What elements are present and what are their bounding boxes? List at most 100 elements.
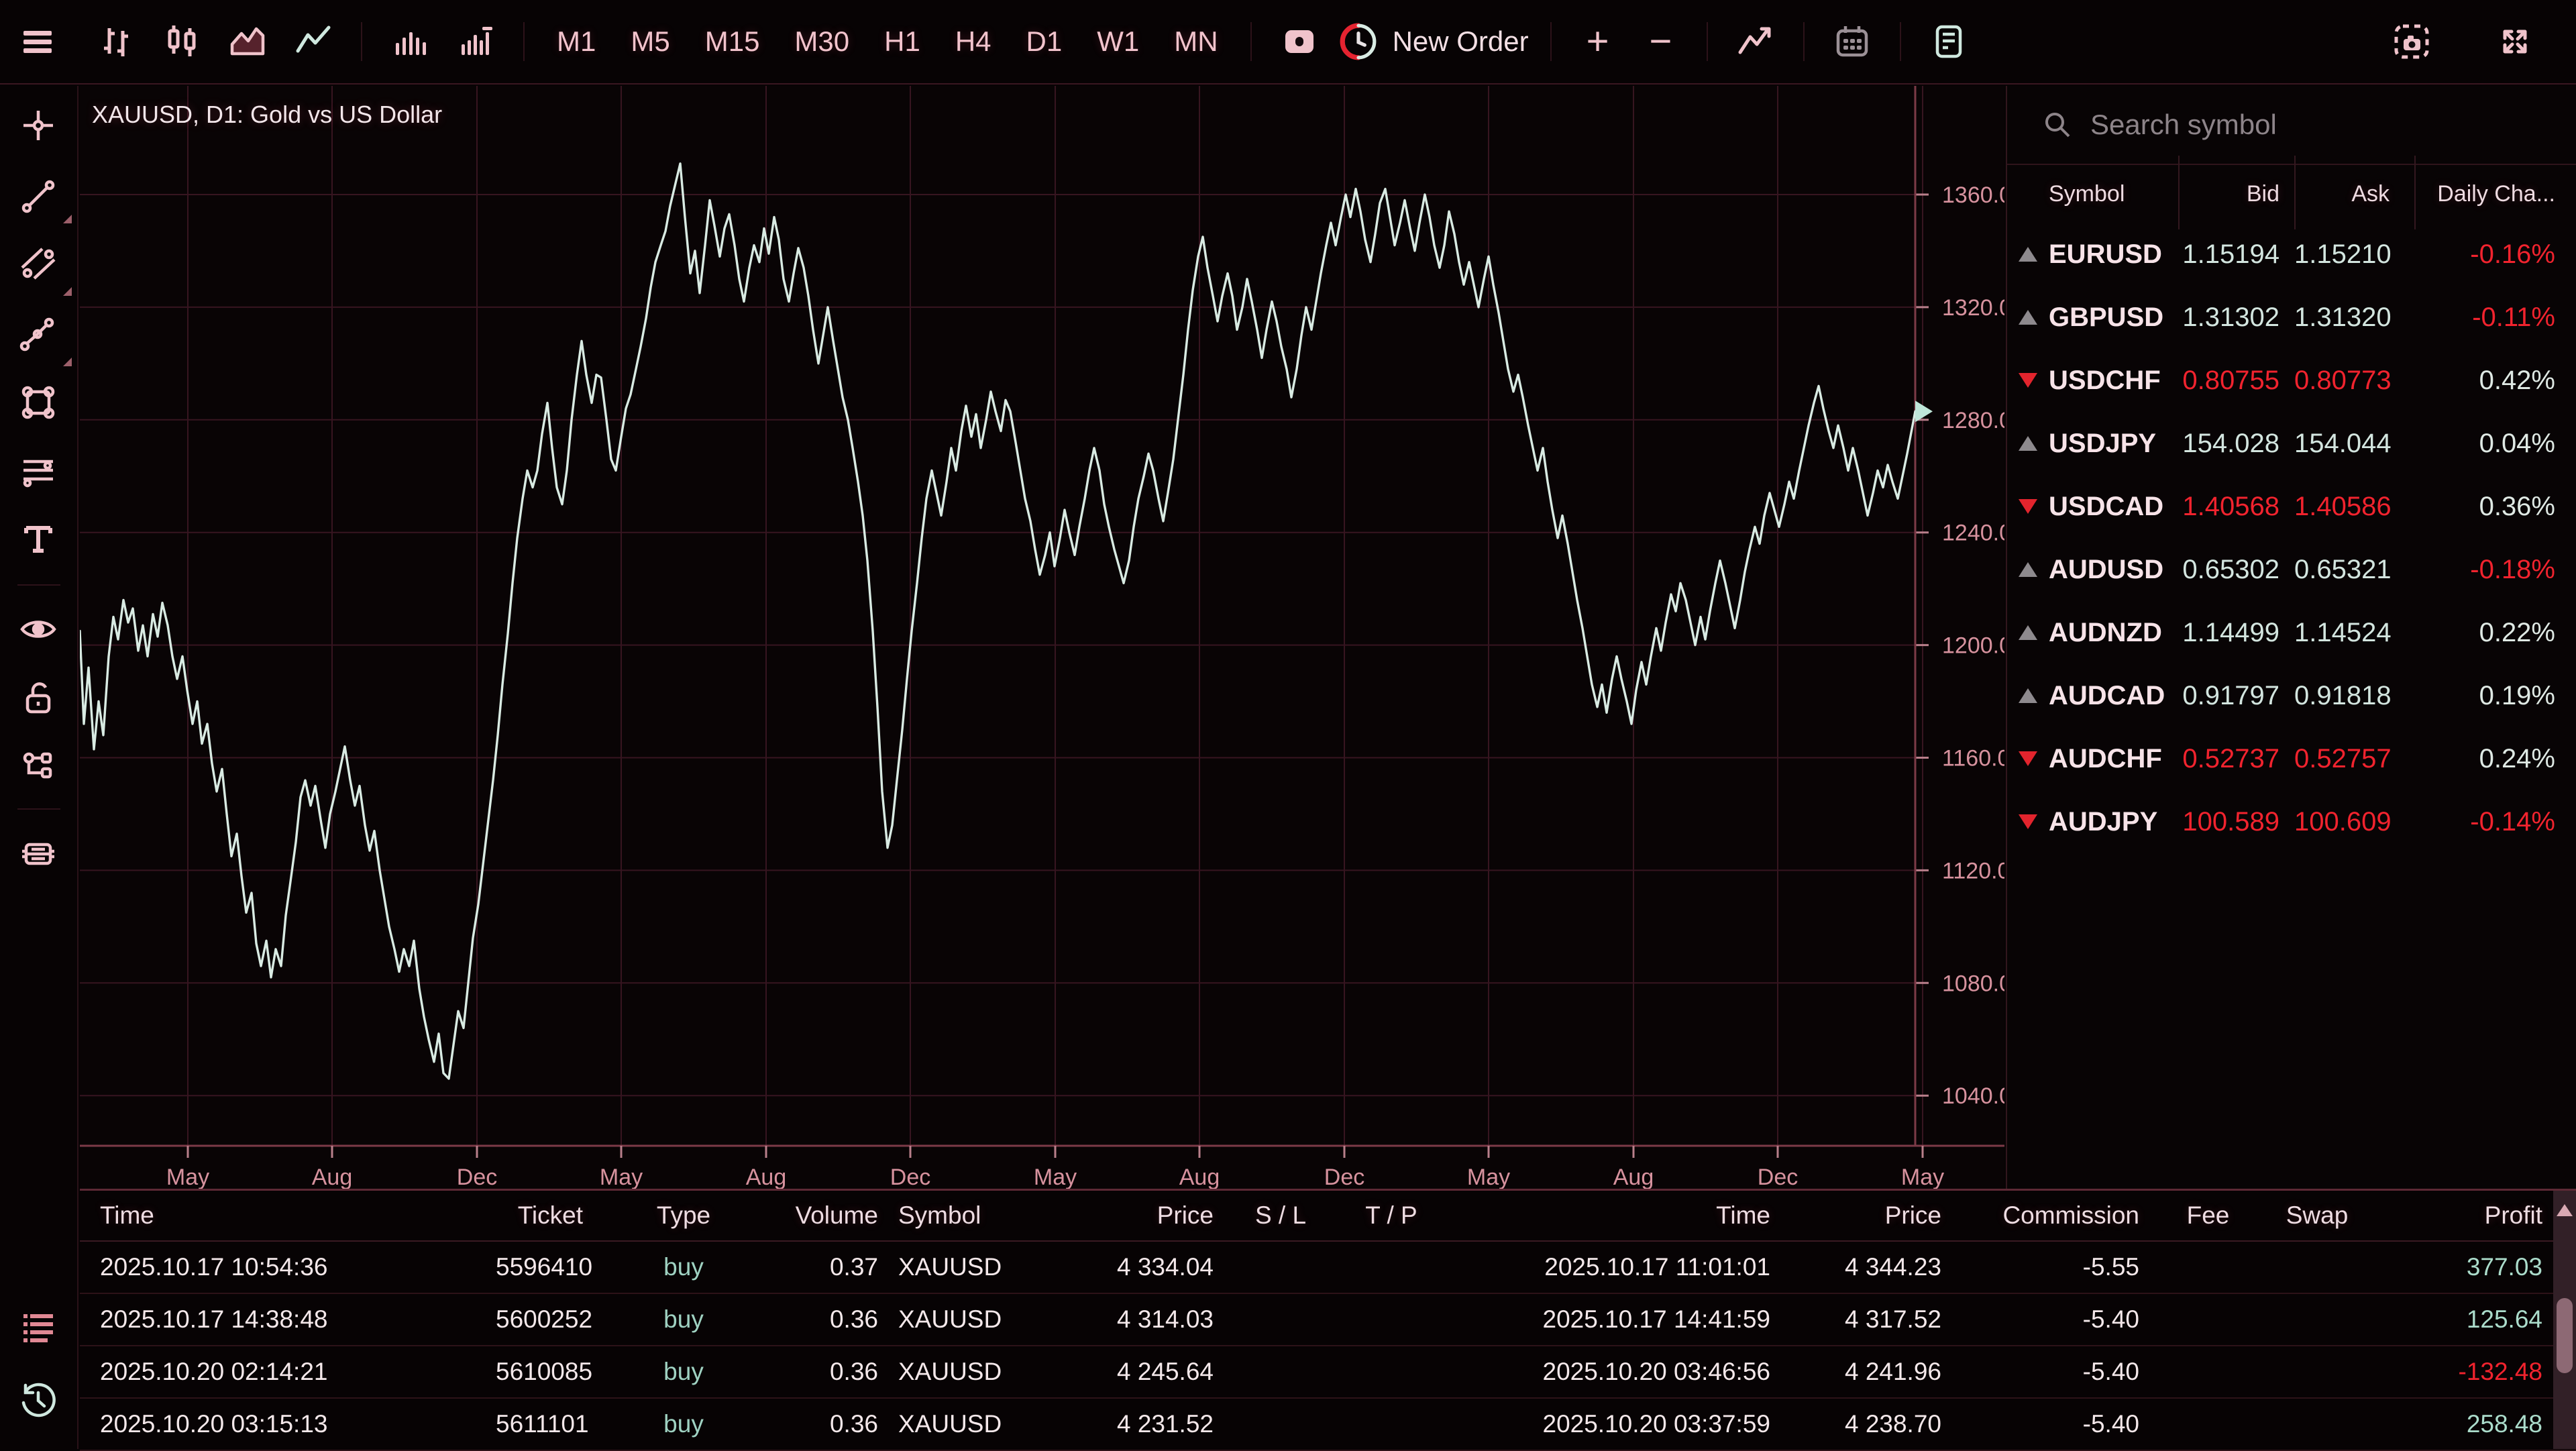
ask-cell: 1.40586	[2294, 492, 2414, 522]
change-cell: 0.36%	[2414, 492, 2576, 522]
line-chart-icon[interactable]	[294, 23, 332, 60]
cell-type: buy	[583, 1253, 784, 1281]
unlock-icon[interactable]	[19, 680, 57, 717]
toolbar-right-group	[2379, 23, 2576, 60]
search-icon	[2042, 109, 2073, 140]
candlestick-chart-icon[interactable]	[163, 23, 201, 60]
symbol-cell: AUDCAD	[2007, 681, 2178, 711]
shapes-icon[interactable]	[19, 384, 57, 421]
trade-history-row[interactable]: 2025.10.20 02:14:215610085buy0.36XAUUSD4…	[80, 1346, 2576, 1399]
scrollbar-thumb[interactable]	[2557, 1298, 2573, 1373]
eye-icon[interactable]	[19, 610, 57, 648]
cell-symbol: XAUUSD	[878, 1358, 1079, 1386]
col-volume: Volume	[784, 1201, 878, 1230]
timeframe-m15[interactable]: M15	[688, 25, 777, 58]
history-icon[interactable]	[19, 1381, 57, 1419]
timeframe-h4[interactable]: H4	[938, 25, 1009, 58]
up-arrow-icon	[2007, 562, 2049, 577]
fullscreen-icon[interactable]	[2496, 23, 2534, 60]
timeframe-m30[interactable]: M30	[777, 25, 867, 58]
screenshot-icon[interactable]	[2393, 23, 2430, 60]
cell-ticket: 5611101	[496, 1410, 583, 1438]
zoom-out-button[interactable]: −	[1650, 22, 1672, 61]
trade-history-row[interactable]: 2025.10.20 03:15:135611101buy0.36XAUUSD4…	[80, 1399, 2576, 1451]
chart-shift-icon[interactable]	[1281, 23, 1318, 60]
history-scrollbar[interactable]	[2553, 1191, 2576, 1449]
market-row-usdcad[interactable]: USDCAD1.405681.405860.36%	[2007, 475, 2576, 538]
svg-text:1320.00: 1320.00	[1942, 295, 2004, 321]
market-row-gbpusd[interactable]: GBPUSD1.313021.31320-0.11%	[2007, 286, 2576, 349]
column-header-change[interactable]: Daily Cha...	[2414, 165, 2576, 223]
delete-objects-icon[interactable]	[19, 835, 57, 873]
indicators-icon[interactable]	[1737, 23, 1774, 60]
cell-type: buy	[583, 1305, 784, 1334]
polyline-icon[interactable]	[19, 315, 57, 352]
svg-text:1280.00: 1280.00	[1942, 408, 2004, 433]
svg-text:1080.00: 1080.00	[1942, 971, 2004, 996]
market-row-audjpy[interactable]: AUDJPY100.589100.609-0.14%	[2007, 790, 2576, 853]
timeframe-d1[interactable]: D1	[1009, 25, 1080, 58]
trade-history-row[interactable]: 2025.10.17 14:38:485600252buy0.36XAUUSD4…	[80, 1294, 2576, 1346]
timeframe-group: M1M5M15M30H1H4D1W1MN	[539, 25, 1236, 58]
bar-chart-icon[interactable]	[97, 23, 135, 60]
up-arrow-icon	[2007, 625, 2049, 640]
market-row-audusd[interactable]: AUDUSD0.653020.65321-0.18%	[2007, 538, 2576, 601]
tick-volume-icon[interactable]	[457, 23, 494, 60]
cell-commission: -5.55	[1941, 1253, 2139, 1281]
column-header-ask[interactable]: Ask	[2294, 165, 2414, 223]
channels-icon[interactable]	[19, 245, 57, 282]
trade-history-row[interactable]: 2025.10.17 10:54:365596410buy0.37XAUUSD4…	[80, 1242, 2576, 1294]
market-watch-rows: EURUSD1.151941.15210-0.16%GBPUSD1.313021…	[2007, 223, 2576, 853]
market-row-eurusd[interactable]: EURUSD1.151941.15210-0.16%	[2007, 223, 2576, 286]
col-swap: Swap	[2277, 1201, 2357, 1230]
up-arrow-icon	[2007, 436, 2049, 451]
cell-time-open: 2025.10.20 03:15:13	[80, 1410, 496, 1438]
timeframe-mn[interactable]: MN	[1157, 25, 1235, 58]
market-depth-icon[interactable]	[1930, 23, 1968, 60]
column-header-symbol[interactable]: Symbol	[2007, 165, 2178, 223]
new-order-button[interactable]: New Order	[1339, 22, 1529, 61]
object-tree-icon[interactable]	[19, 749, 57, 786]
timeframe-m5[interactable]: M5	[613, 25, 687, 58]
column-header-bid[interactable]: Bid	[2178, 165, 2294, 223]
cell-volume: 0.36	[784, 1410, 878, 1438]
trade-history-table: Time Ticket Type Volume Symbol Price S /…	[80, 1189, 2576, 1449]
timeframe-h1[interactable]: H1	[867, 25, 938, 58]
svg-text:May: May	[1034, 1165, 1077, 1189]
market-row-audchf[interactable]: AUDCHF0.527370.527570.24%	[2007, 727, 2576, 790]
fib-lines-icon[interactable]	[19, 452, 57, 490]
text-icon[interactable]	[19, 520, 57, 557]
bid-cell: 1.15194	[2178, 239, 2294, 270]
cell-profit: 258.48	[2357, 1410, 2542, 1438]
hamburger-menu-icon[interactable]	[19, 23, 56, 60]
symbol-cell: EURUSD	[2007, 239, 2178, 270]
market-row-usdchf[interactable]: USDCHF0.807550.807730.42%	[2007, 349, 2576, 412]
timeframe-w1[interactable]: W1	[1079, 25, 1157, 58]
area-chart-icon[interactable]	[229, 23, 266, 60]
col-price-open: Price	[1079, 1201, 1214, 1230]
symbol-search-input[interactable]	[2090, 109, 2493, 141]
cell-price-close: 4 344.23	[1770, 1253, 1941, 1281]
chart-title: XAUUSD, D1: Gold vs US Dollar	[92, 101, 442, 129]
market-row-audcad[interactable]: AUDCAD0.917970.918180.19%	[2007, 664, 2576, 727]
trade-list-icon[interactable]	[19, 1309, 57, 1346]
col-symbol: Symbol	[878, 1201, 1079, 1230]
scroll-up-icon[interactable]	[2557, 1204, 2573, 1216]
bid-cell: 1.14499	[2178, 618, 2294, 648]
symbol-cell: AUDJPY	[2007, 807, 2178, 837]
market-row-audnzd[interactable]: AUDNZD1.144991.145240.22%	[2007, 601, 2576, 664]
calendar-icon[interactable]	[1833, 23, 1871, 60]
crosshair-icon[interactable]	[19, 107, 57, 144]
cell-ticket: 5610085	[496, 1358, 583, 1386]
volume-icon[interactable]	[391, 23, 429, 60]
market-row-usdjpy[interactable]: USDJPY154.028154.0440.04%	[2007, 412, 2576, 475]
col-ticket: Ticket	[496, 1201, 583, 1230]
cell-time-close: 2025.10.17 14:41:59	[1435, 1305, 1770, 1334]
zoom-in-button[interactable]: +	[1587, 22, 1609, 61]
chart-area[interactable]: XAUUSD, D1: Gold vs US Dollar 1360.00132…	[80, 86, 2004, 1189]
svg-text:1120.00: 1120.00	[1942, 858, 2004, 883]
trendline-icon[interactable]	[19, 178, 57, 215]
price-chart[interactable]: 1360.001320.001280.001240.001200.001160.…	[80, 86, 2004, 1189]
timeframe-m1[interactable]: M1	[539, 25, 613, 58]
submenu-arrow	[63, 215, 72, 223]
